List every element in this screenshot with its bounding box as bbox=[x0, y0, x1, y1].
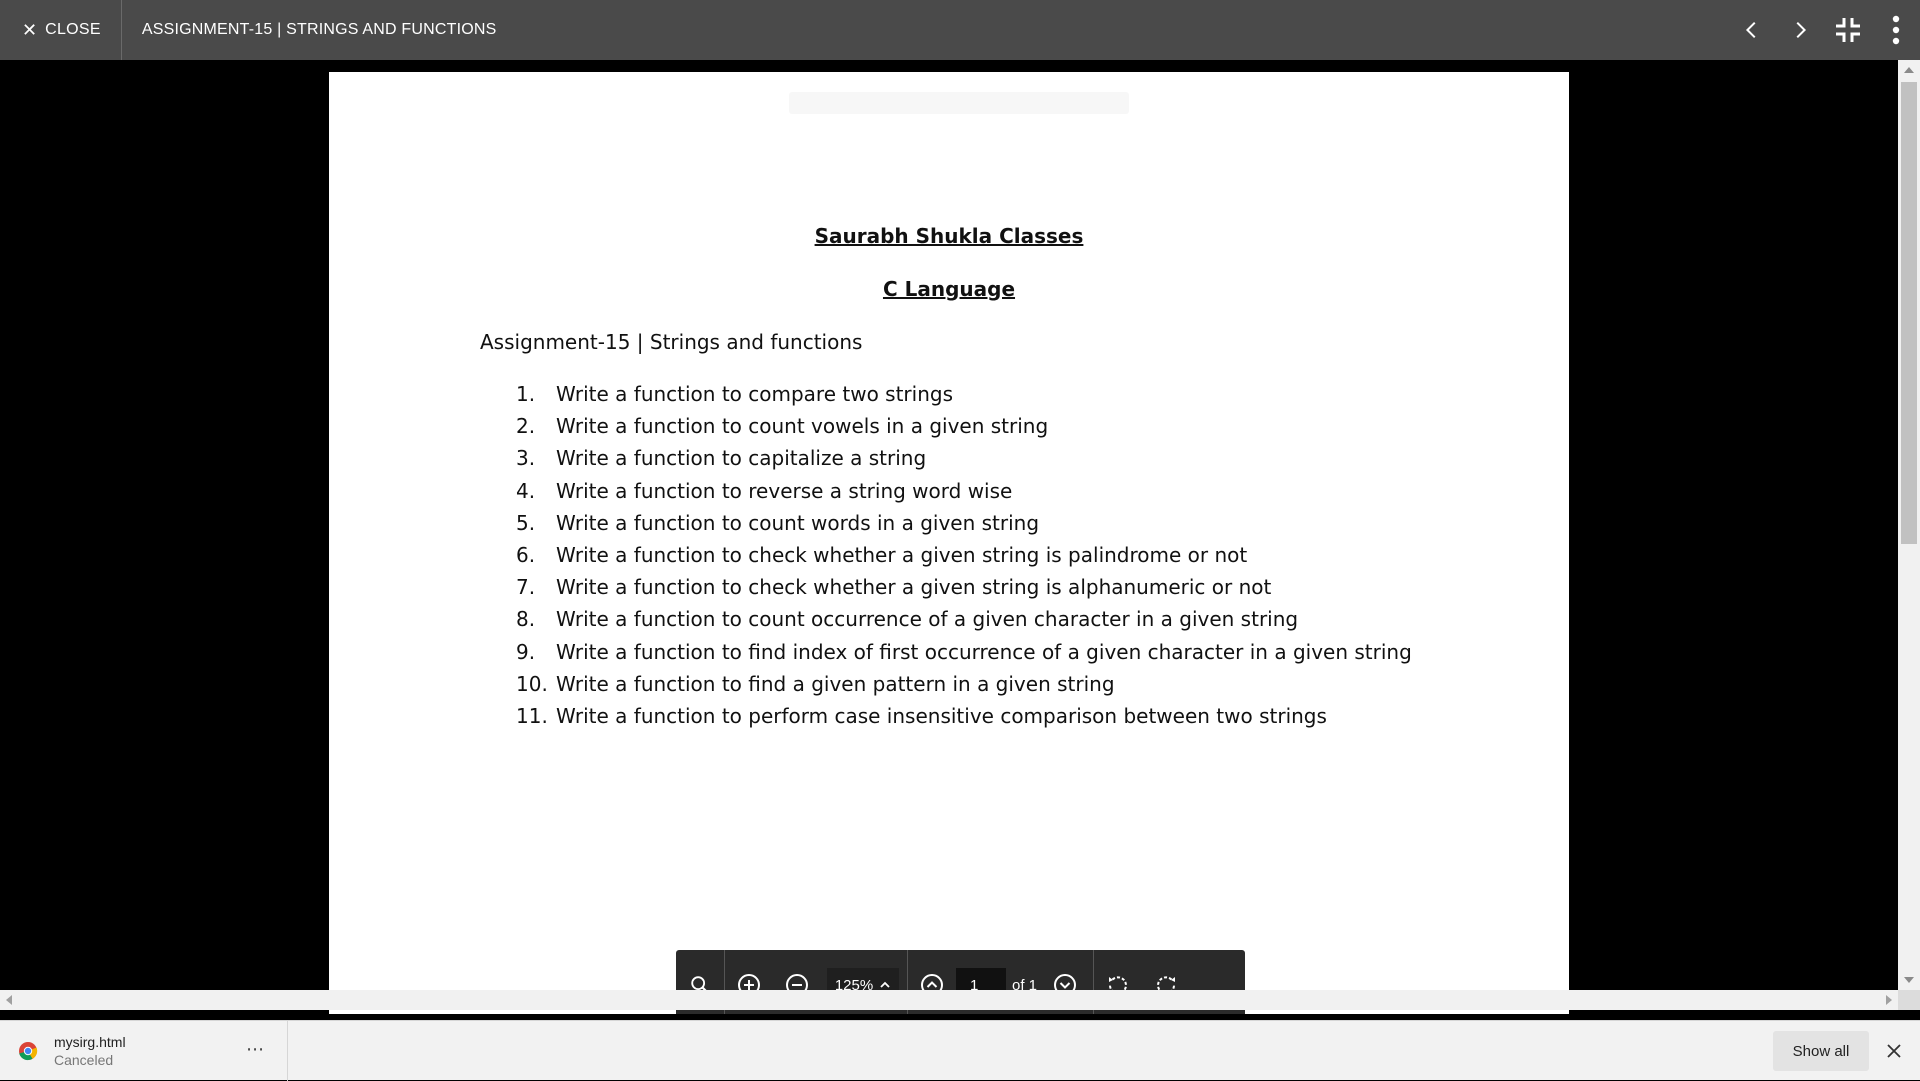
chevron-right-icon bbox=[1796, 21, 1807, 39]
list-item: 8. Write a function to count occurrence o… bbox=[516, 607, 1412, 639]
question-number: 7. bbox=[516, 575, 536, 600]
scroll-down-arrow-icon[interactable] bbox=[1904, 977, 1914, 983]
vertical-scroll-thumb[interactable] bbox=[1901, 82, 1917, 544]
question-number: 10. bbox=[516, 671, 548, 696]
question-number: 9. bbox=[516, 639, 536, 664]
next-document-button[interactable] bbox=[1776, 0, 1824, 60]
question-text: Write a function to check whether a give… bbox=[556, 575, 1272, 600]
more-vert-icon bbox=[1892, 15, 1900, 45]
question-number: 4. bbox=[516, 478, 536, 503]
exit-fullscreen-icon bbox=[1836, 18, 1860, 42]
question-number: 1. bbox=[516, 382, 536, 406]
question-text: Write a function to find a given pattern… bbox=[556, 671, 1115, 696]
close-icon: ✕ bbox=[22, 20, 38, 40]
chrome-icon bbox=[19, 1042, 38, 1061]
question-text: Write a function to capitalize a string bbox=[556, 446, 927, 471]
list-item: 2. Write a function to count vowels in a … bbox=[516, 414, 1412, 446]
viewer-top-bar: ✕ CLOSE ASSIGNMENT-15 | STRINGS AND FUNC… bbox=[0, 0, 1920, 60]
top-actions bbox=[1728, 0, 1920, 60]
scroll-right-arrow-icon[interactable] bbox=[1886, 995, 1892, 1005]
page-header-watermark bbox=[789, 92, 1129, 114]
list-item: 10. Write a function to find a given patt… bbox=[516, 672, 1412, 704]
question-text: Write a function to check whether a give… bbox=[556, 542, 1248, 567]
list-item: 7. Write a function to check whether a gi… bbox=[516, 575, 1412, 607]
question-number: 5. bbox=[516, 510, 536, 535]
close-button[interactable]: ✕ CLOSE bbox=[0, 0, 122, 60]
more-options-button[interactable] bbox=[1872, 0, 1920, 60]
download-file-name: mysirg.html bbox=[54, 1034, 126, 1050]
document-heading-institute: Saurabh Shukla Classes bbox=[814, 224, 1084, 248]
question-text: Write a function to count words in a giv… bbox=[556, 510, 1040, 535]
question-list: 1. Write a function to compare two string… bbox=[516, 382, 1412, 736]
list-item: 1. Write a function to compare two string… bbox=[516, 382, 1412, 414]
show-all-button[interactable]: Show all bbox=[1773, 1031, 1869, 1071]
scrollbar-corner bbox=[1898, 990, 1920, 1010]
vertical-scrollbar[interactable] bbox=[1898, 60, 1920, 990]
previous-document-button[interactable] bbox=[1728, 0, 1776, 60]
list-item: 4. Write a function to reverse a string w… bbox=[516, 479, 1412, 511]
question-text: Write a function to compare two strings bbox=[556, 382, 954, 406]
list-item: 6. Write a function to check whether a gi… bbox=[516, 543, 1412, 575]
pdf-page: Saurabh Shukla Classes C Language Assign… bbox=[329, 72, 1569, 1014]
chevron-left-icon bbox=[1745, 21, 1756, 39]
question-text: Write a function to find index of first … bbox=[556, 639, 1412, 664]
question-number: 11. bbox=[516, 703, 548, 728]
list-item: 9. Write a function to find index of firs… bbox=[516, 640, 1412, 672]
close-icon bbox=[1887, 1044, 1901, 1058]
scroll-left-arrow-icon[interactable] bbox=[6, 995, 12, 1005]
download-status: Canceled bbox=[54, 1052, 114, 1068]
question-number: 8. bbox=[516, 607, 536, 632]
download-shelf: mysirg.html Canceled ⋯ Show all bbox=[0, 1020, 1920, 1081]
document-title: ASSIGNMENT-15 | STRINGS AND FUNCTIONS bbox=[141, 21, 497, 38]
question-number: 2. bbox=[516, 414, 536, 439]
question-text: Write a function to reverse a string wor… bbox=[556, 478, 1013, 503]
close-label: CLOSE bbox=[45, 21, 101, 38]
document-heading-subject: C Language bbox=[882, 277, 1016, 301]
list-item: 11. Write a function to perform case inse… bbox=[516, 704, 1412, 736]
download-more-options-icon[interactable]: ⋯ bbox=[246, 1039, 265, 1060]
close-shelf-button[interactable] bbox=[1878, 1035, 1910, 1067]
question-text: Write a function to count occurrence of … bbox=[556, 607, 1299, 632]
list-item: 3. Write a function to capitalize a strin… bbox=[516, 446, 1412, 478]
download-item[interactable]: mysirg.html Canceled ⋯ bbox=[0, 1021, 288, 1081]
list-item: 5. Write a function to count words in a g… bbox=[516, 511, 1412, 543]
question-text: Write a function to count vowels in a gi… bbox=[556, 414, 1049, 439]
assignment-title: Assignment-15 | Strings and functions bbox=[480, 330, 863, 354]
question-text: Write a function to perform case insensi… bbox=[556, 703, 1327, 728]
document-viewer[interactable]: Saurabh Shukla Classes C Language Assign… bbox=[0, 60, 1920, 1014]
exit-fullscreen-button[interactable] bbox=[1824, 0, 1872, 60]
question-number: 6. bbox=[516, 542, 536, 567]
scroll-up-arrow-icon[interactable] bbox=[1904, 67, 1914, 73]
question-number: 3. bbox=[516, 446, 536, 471]
horizontal-scrollbar[interactable] bbox=[0, 990, 1898, 1010]
